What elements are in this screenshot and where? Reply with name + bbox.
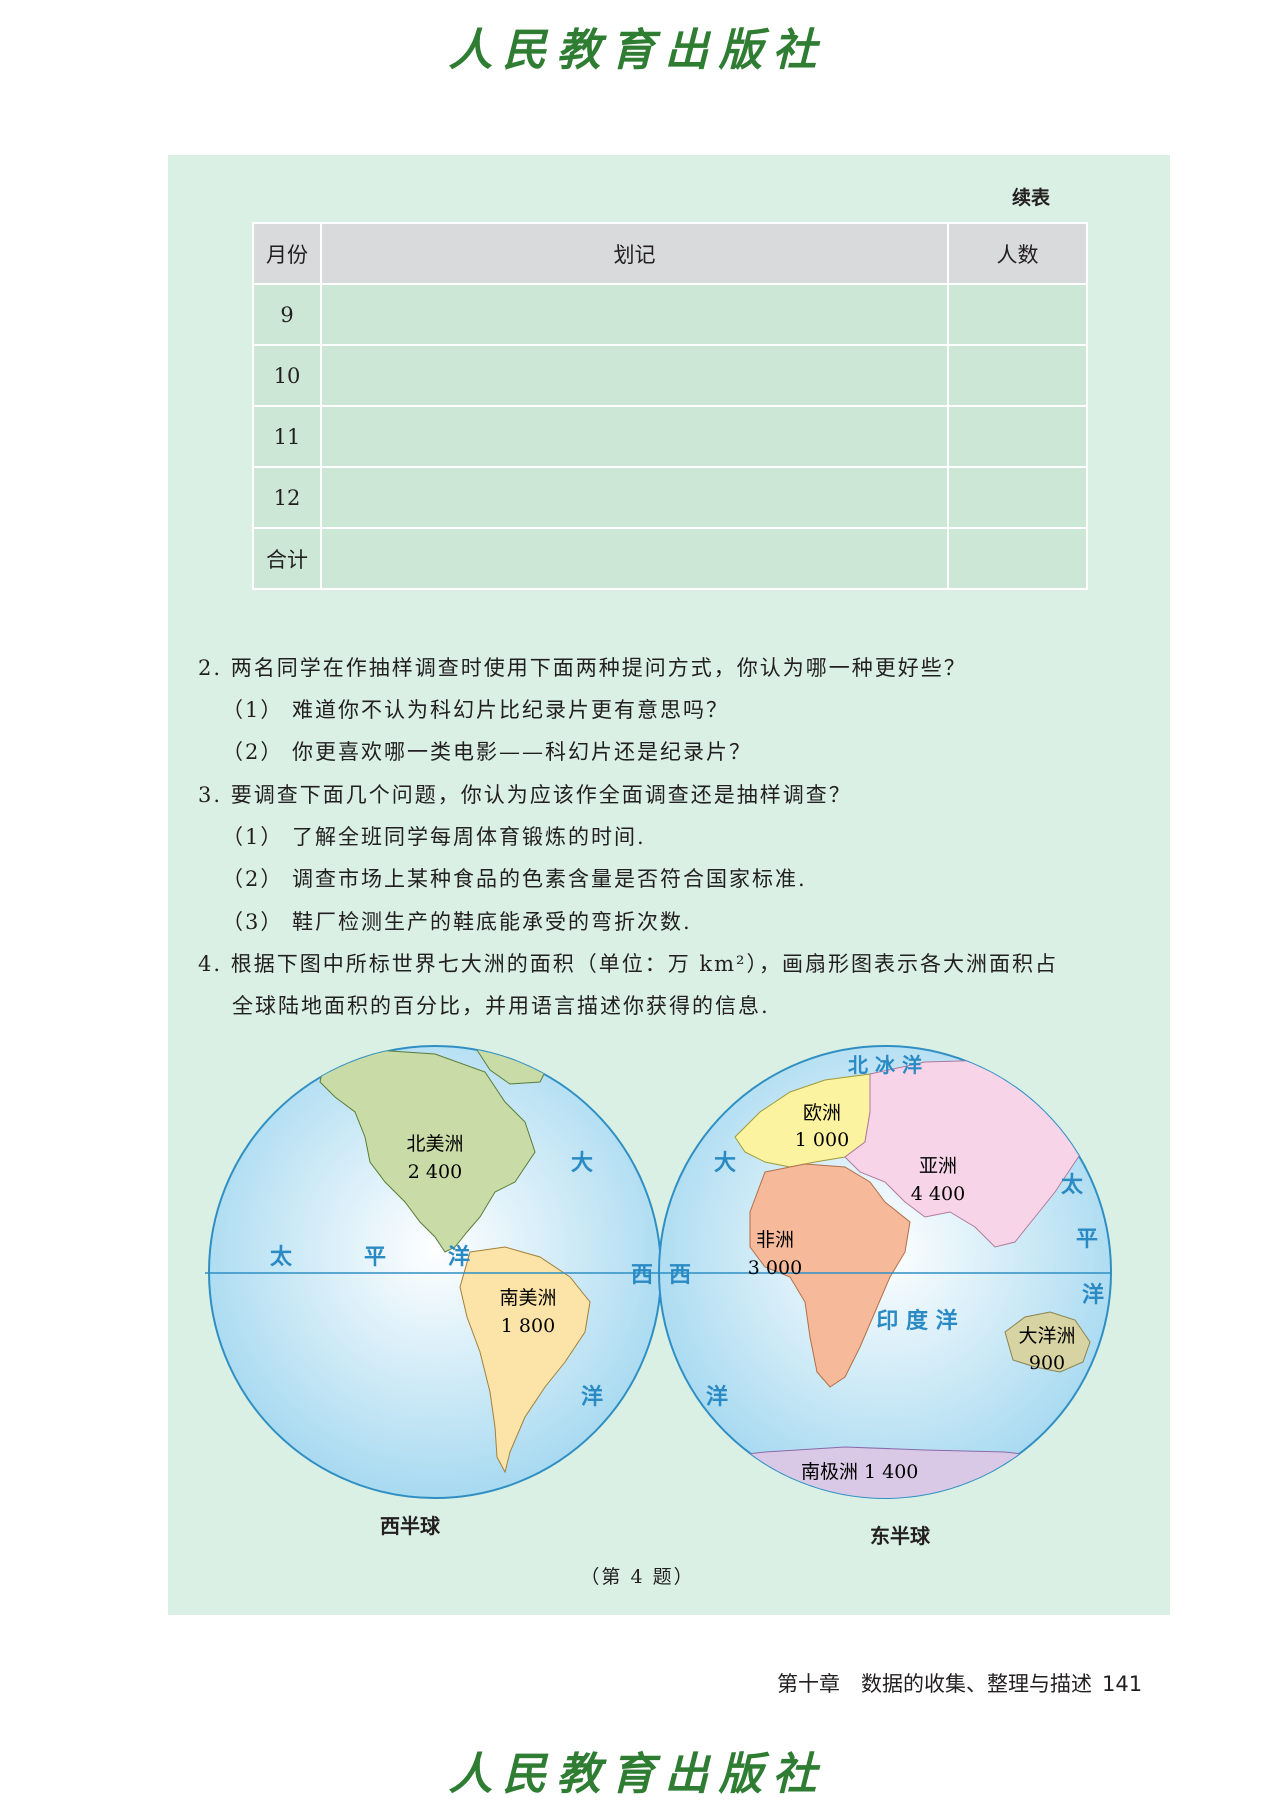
- table-row: 12: [252, 466, 1088, 529]
- row-label: 10: [252, 344, 322, 407]
- atlantic-east-char-2: 西: [669, 1262, 691, 1288]
- arctic-ocean-label: 北 冰 洋: [848, 1053, 922, 1077]
- question-2-item-2: （2） 你更喜欢哪一类电影——科幻片还是纪录片？: [222, 740, 753, 764]
- pacific-east-char-1: 太: [1061, 1172, 1084, 1198]
- tally-cell: [320, 283, 949, 346]
- page-footer: 第十章 数据的收集、整理与描述 141: [777, 1668, 1142, 1698]
- chapter-title: 第十章 数据的收集、整理与描述: [777, 1672, 1092, 1696]
- asia-name: 亚洲: [919, 1155, 957, 1177]
- europe-name: 欧洲: [803, 1102, 841, 1124]
- north-america-name: 北美洲: [406, 1133, 463, 1155]
- tally-cell: [320, 527, 949, 590]
- pacific-east-char-3: 洋: [1082, 1282, 1104, 1308]
- south-america-name: 南美洲: [499, 1287, 556, 1309]
- europe-area: 1 000: [795, 1129, 849, 1151]
- question-2-item-1: （1） 难道你不认为科幻片比纪录片更有意思吗？: [222, 698, 730, 722]
- row-label: 9: [252, 283, 322, 346]
- header-tally: 划记: [320, 222, 949, 285]
- question-3-item-1: （1） 了解全班同学每周体育锻炼的时间.: [222, 825, 646, 849]
- eastern-hemisphere: 欧洲 1 000 亚洲 4 400 非洲 3 000 大洋洲 900 南极洲 1…: [658, 1045, 1112, 1499]
- oceania-name: 大洋洲: [1018, 1325, 1075, 1347]
- continued-table-label: 续表: [1012, 187, 1051, 209]
- asia-area: 4 400: [911, 1183, 965, 1205]
- western-hemisphere: 北美洲 2 400 南美洲 1 800 太 平 洋 大 西 洋: [205, 1045, 665, 1499]
- table-row: 11: [252, 405, 1088, 468]
- publisher-logo-top: 人民教育出版社: [448, 25, 827, 76]
- publisher-logo-bottom: 人民教育出版社: [448, 1749, 827, 1800]
- row-label: 合计: [252, 527, 322, 590]
- count-cell: [947, 527, 1088, 590]
- atlantic-east-char-1: 大: [714, 1150, 736, 1176]
- question-2-stem: 2. 两名同学在作抽样调查时使用下面两种提问方式，你认为哪一种更好些？: [198, 656, 967, 680]
- western-hemisphere-label: 西半球: [380, 1514, 440, 1538]
- figure-caption: （第 4 题）: [580, 1566, 695, 1588]
- tally-cell: [320, 344, 949, 407]
- count-cell: [947, 344, 1088, 407]
- tally-cell: [320, 405, 949, 468]
- table-row: 合计: [252, 527, 1088, 590]
- pacific-char-1: 太: [270, 1244, 293, 1270]
- north-america-area: 2 400: [408, 1161, 462, 1183]
- indian-ocean-label: 印 度 洋: [876, 1308, 957, 1334]
- question-3-stem: 3. 要调查下面几个问题，你认为应该作全面调查还是抽样调查？: [198, 783, 852, 807]
- table-header-row: 月份 划记 人数: [252, 222, 1088, 285]
- africa-area: 3 000: [748, 1257, 802, 1279]
- row-label: 12: [252, 466, 322, 529]
- row-label: 11: [252, 405, 322, 468]
- pacific-east-char-2: 平: [1076, 1226, 1098, 1252]
- question-4-stem-line-2: 全球陆地面积的百分比，并用语言描述你获得的信息.: [232, 994, 770, 1018]
- count-cell: [947, 405, 1088, 468]
- oceania-area: 900: [1029, 1352, 1065, 1374]
- atlantic-west-char-3: 洋: [581, 1384, 603, 1410]
- tally-table: 月份 划记 人数 9 10 11 12 合计: [252, 222, 1088, 590]
- count-cell: [947, 466, 1088, 529]
- atlantic-east-char-3: 洋: [706, 1384, 728, 1410]
- world-hemispheres-map: 北美洲 2 400 南美洲 1 800 太 平 洋 大 西 洋 欧洲 1 000…: [205, 1045, 1112, 1499]
- count-cell: [947, 283, 1088, 346]
- question-3-item-3: （3） 鞋厂检测生产的鞋底能承受的弯折次数.: [222, 910, 692, 934]
- page-number: 141: [1102, 1672, 1143, 1696]
- tally-cell: [320, 466, 949, 529]
- atlantic-west-char-1: 大: [571, 1150, 593, 1176]
- antarctica-name: 南极洲: [801, 1461, 858, 1483]
- antarctica-area: 1 400: [864, 1461, 918, 1483]
- header-month: 月份: [252, 222, 322, 285]
- pacific-char-2: 平: [364, 1244, 386, 1270]
- south-america-area: 1 800: [501, 1315, 555, 1337]
- question-3-item-2: （2） 调查市场上某种食品的色素含量是否符合国家标准.: [222, 867, 807, 891]
- question-4-stem-line-1: 4. 根据下图中所标世界七大洲的面积（单位：万 km²），画扇形图表示各大洲面积…: [198, 952, 1058, 976]
- header-count: 人数: [947, 222, 1088, 285]
- table-row: 9: [252, 283, 1088, 346]
- table-row: 10: [252, 344, 1088, 407]
- eastern-hemisphere-label: 东半球: [870, 1524, 930, 1548]
- africa-name: 非洲: [756, 1229, 794, 1251]
- atlantic-west-char-2: 西: [631, 1262, 653, 1288]
- pacific-char-3: 洋: [448, 1244, 470, 1270]
